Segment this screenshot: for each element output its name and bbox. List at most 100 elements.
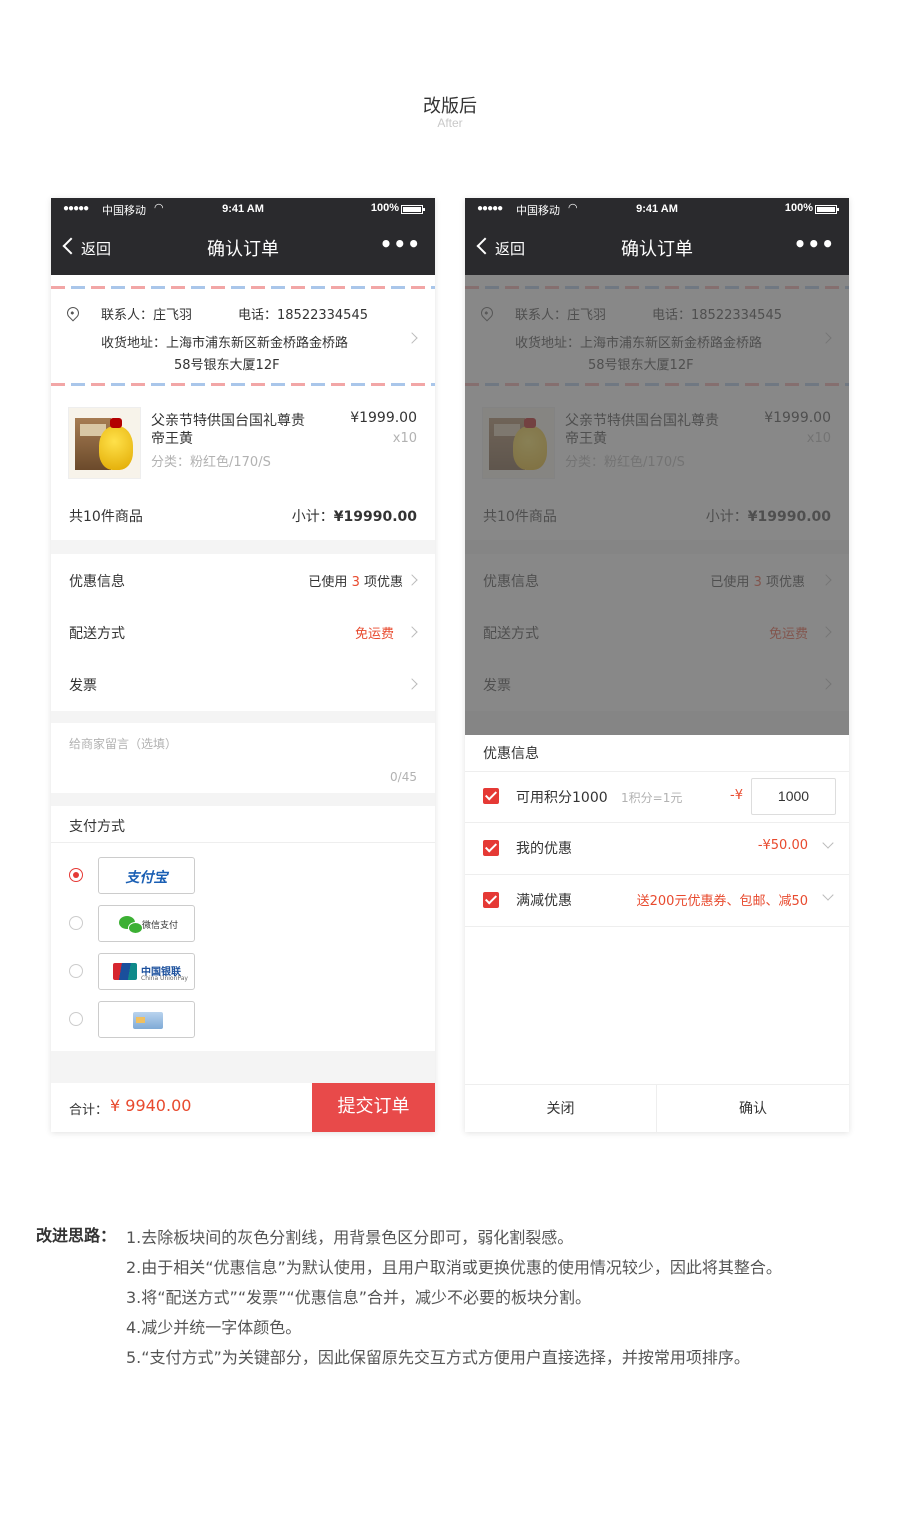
phone-order-screen: ●●●●● 中国移动 ◠ 9:41 AM 100% 返回 确认订单 ••• 联系… <box>51 198 435 1132</box>
payment-section: 支付方式 支付宝 微信支付 中国银联 China UnionPay <box>51 806 435 1051</box>
note-item: 3.将“配送方式”“发票”“优惠信息”合并，减少不必要的板块分割。 <box>126 1288 592 1307</box>
product-spec: 分类：粉红色/170/S <box>151 455 271 470</box>
total-value: ¥ 9940.00 <box>110 1096 192 1115</box>
coupon-label: 我的优惠 <box>516 841 572 857</box>
alipay-radio[interactable] <box>69 868 83 882</box>
wechat-pay-button[interactable]: 微信支付 <box>98 905 195 942</box>
battery-icon <box>401 205 425 214</box>
promo-checkbox[interactable] <box>483 892 499 908</box>
wechat-icon <box>119 916 143 934</box>
wechat-label: 微信支付 <box>142 921 179 931</box>
discount-count: 3 <box>351 575 360 590</box>
contact-name: 联系人：庄飞羽 <box>101 308 193 323</box>
note-item: 5.“支付方式”为关键部分，因此保留原先交互方式方便用户直接选择，并按常用项排序… <box>126 1348 750 1367</box>
subtotal-value: ¥19990.00 <box>333 509 417 525</box>
chevron-down-icon <box>822 889 834 901</box>
divider <box>51 842 435 843</box>
submit-order-button[interactable]: 提交订单 <box>312 1083 435 1132</box>
more-icon[interactable]: ••• <box>380 232 421 256</box>
invoice-row[interactable]: 发票 <box>51 658 435 710</box>
unionpay-radio[interactable] <box>69 964 83 978</box>
points-label: 可用积分1000 <box>516 790 608 806</box>
payment-title: 支付方式 <box>69 819 125 835</box>
sheet-title: 优惠信息 <box>483 746 539 762</box>
nav-title: 确认订单 <box>207 239 279 260</box>
coupon-value: -¥50.00 <box>757 838 808 853</box>
unionpay-button[interactable]: 中国银联 China UnionPay <box>98 953 195 990</box>
unionpay-icon <box>113 963 137 980</box>
battery-icon <box>815 205 839 214</box>
points-checkbox[interactable] <box>483 788 499 804</box>
close-button[interactable]: 关闭 <box>465 1084 657 1132</box>
airmail-border-bottom <box>51 383 435 386</box>
subtotal: 小计：¥19990.00 <box>292 506 417 526</box>
bank-card-icon <box>133 1012 163 1029</box>
discount-label: 优惠信息 <box>69 574 125 590</box>
note-item: 2.由于相关“优惠信息”为默认使用，且用户取消或更换优惠的使用情况较少，因此将其… <box>126 1258 782 1277</box>
chevron-right-icon <box>406 678 418 690</box>
coupon-checkbox[interactable] <box>483 840 499 856</box>
product-qty: x10 <box>392 431 417 446</box>
chevron-down-icon <box>822 837 834 849</box>
promo-value: 送200元优惠券、包邮、减50 <box>636 894 808 909</box>
alipay-button[interactable]: 支付宝 <box>98 857 195 894</box>
chevron-right-icon <box>406 332 418 344</box>
product-name-line1: 父亲节特供国台国礼尊贵 <box>151 413 305 429</box>
product-price: ¥1999.00 <box>350 410 417 426</box>
chevron-right-icon <box>406 626 418 638</box>
chevron-right-icon <box>406 574 418 586</box>
product-name-line2: 帝王黄 <box>151 431 193 447</box>
location-pin-icon <box>64 304 82 322</box>
points-minus: -¥ <box>730 788 743 803</box>
airmail-border-top <box>51 286 435 289</box>
status-bar: ●●●●● 中国移动 ◠ 9:41 AM 100% <box>51 198 435 220</box>
checkout-bar: 合计： ¥ 9940.00 提交订单 <box>51 1083 435 1132</box>
message-field[interactable]: 给商家留言（选填） 0/45 <box>51 723 435 793</box>
message-counter: 0/45 <box>390 770 417 784</box>
nav-bar: 返回 确认订单 ••• <box>51 220 435 275</box>
options-group: 优惠信息 已使用 3 项优惠 配送方式 免运费 发票 <box>51 554 435 711</box>
discount-value: 已使用 3 项优惠 <box>308 571 403 590</box>
page-subtitle: After <box>437 116 463 130</box>
divider <box>465 771 849 772</box>
more-icon[interactable]: ••• <box>794 232 835 256</box>
coupon-row[interactable]: 我的优惠 -¥50.00 <box>465 823 849 874</box>
bank-card-button[interactable] <box>98 1001 195 1038</box>
note-item: 4.减少并统一字体颜色。 <box>126 1318 302 1337</box>
address-line2: 58号银东大厦12F <box>174 358 280 373</box>
status-bar: ●●●●● 中国移动 ◠ 9:41 AM 100% <box>465 198 849 220</box>
battery-label: 100% <box>370 202 399 214</box>
total-label: 合计： <box>69 1103 109 1118</box>
nav-bar: 返回 确认订单 ••• <box>465 220 849 275</box>
delivery-label: 配送方式 <box>69 626 125 642</box>
points-rule: 1积分=1元 <box>621 791 683 805</box>
battery-label: 100% <box>784 202 813 214</box>
promo-label: 满减优惠 <box>516 893 572 909</box>
promo-row[interactable]: 满减优惠 送200元优惠券、包邮、减50 <box>465 875 849 926</box>
subtotal-label: 小计： <box>291 509 334 525</box>
alipay-logo: 支付宝 <box>125 870 168 886</box>
address-line1: 收货地址：上海市浦东新区新金桥路金桥路 <box>101 336 349 351</box>
divider <box>465 926 849 927</box>
wechat-radio[interactable] <box>69 916 83 930</box>
points-input[interactable]: 1000 <box>751 778 836 815</box>
delivery-value: 免运费 <box>354 627 394 642</box>
confirm-button[interactable]: 确认 <box>657 1084 849 1132</box>
nav-title: 确认订单 <box>621 239 693 260</box>
modal-overlay[interactable] <box>465 275 849 735</box>
product-card: 父亲节特供国台国礼尊贵 帝王黄 分类：粉红色/170/S ¥1999.00 x1… <box>51 396 435 540</box>
item-count: 共10件商品 <box>69 509 143 525</box>
note-item: 1.去除板块间的灰色分割线，用背景色区分即可，弱化割裂感。 <box>126 1228 574 1247</box>
discount-row[interactable]: 优惠信息 已使用 3 项优惠 <box>51 554 435 606</box>
discount-prefix: 已使用 <box>308 575 348 590</box>
product-image <box>68 407 141 479</box>
delivery-row[interactable]: 配送方式 免运费 <box>51 606 435 658</box>
message-placeholder: 给商家留言（选填） <box>69 737 178 751</box>
notes-title: 改进思路： <box>36 1226 117 1245</box>
contact-phone: 电话：18522334545 <box>238 308 368 323</box>
address-card[interactable]: 联系人：庄飞羽 电话：18522334545 收货地址：上海市浦东新区新金桥路金… <box>51 275 435 396</box>
discount-sheet: 优惠信息 可用积分1000 1积分=1元 -¥ 1000 我的优惠 -¥50.0… <box>465 735 849 1132</box>
card-radio[interactable] <box>69 1012 83 1026</box>
unionpay-sublabel: China UnionPay <box>141 975 188 982</box>
invoice-label: 发票 <box>69 678 97 694</box>
